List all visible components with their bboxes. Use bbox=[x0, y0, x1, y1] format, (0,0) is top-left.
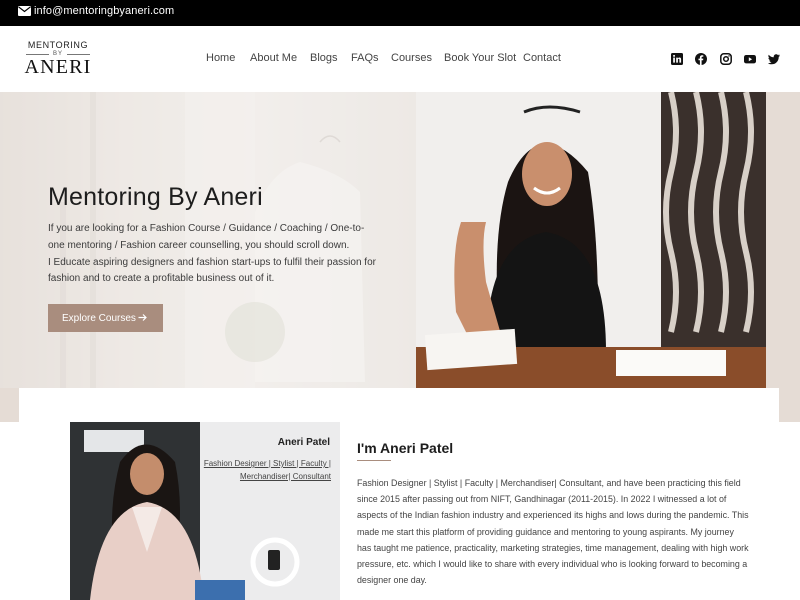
nav-contact[interactable]: Contact bbox=[523, 52, 561, 64]
about-body-text: Fashion Designer | Stylist | Faculty | M… bbox=[357, 478, 749, 586]
photo-caption-name: Aneri Patel bbox=[277, 437, 330, 448]
about-photo: Aneri Patel Fashion Designer | Stylist |… bbox=[70, 422, 340, 600]
nav-courses[interactable]: Courses bbox=[391, 52, 432, 64]
site-logo[interactable]: MENTORING BY ANERI bbox=[22, 39, 94, 81]
arrow-right-icon bbox=[138, 314, 147, 321]
linkedin-icon[interactable] bbox=[671, 53, 683, 65]
mentor-photo-graphic bbox=[70, 422, 340, 600]
nav-book-your-slot[interactable]: Book Your Slot bbox=[444, 52, 516, 64]
facebook-icon[interactable] bbox=[695, 53, 707, 65]
hero-description: If you are looking for a Fashion Course … bbox=[48, 221, 378, 288]
mail-icon bbox=[18, 6, 31, 16]
explore-courses-label: Explore Courses bbox=[62, 312, 136, 324]
contact-email-link[interactable]: info@mentoringbyaneri.com bbox=[34, 5, 174, 17]
twitter-icon[interactable] bbox=[768, 53, 780, 65]
logo-line-3: ANERI bbox=[24, 56, 92, 78]
hero-title: Mentoring By Aneri bbox=[48, 183, 263, 211]
top-bar: info@mentoringbyaneri.com bbox=[0, 0, 800, 26]
nav-home[interactable]: Home bbox=[206, 52, 235, 64]
nav-blogs[interactable]: Blogs bbox=[310, 52, 338, 64]
explore-courses-button[interactable]: Explore Courses bbox=[48, 304, 163, 332]
nav-faqs[interactable]: FAQs bbox=[351, 52, 379, 64]
hero-portrait-image bbox=[416, 92, 766, 388]
photo-caption-subtitle: Fashion Designer | Stylist | Faculty | M… bbox=[203, 459, 331, 481]
heading-underline bbox=[357, 460, 391, 461]
nav-about-me[interactable]: About Me bbox=[250, 52, 297, 64]
hero-paragraph-1: If you are looking for a Fashion Course … bbox=[48, 223, 365, 251]
mentor-portrait-graphic bbox=[416, 92, 766, 388]
logo-rule-right bbox=[67, 54, 90, 55]
instagram-icon[interactable] bbox=[720, 53, 732, 65]
youtube-icon[interactable] bbox=[744, 53, 756, 65]
hero-section: Mentoring By Aneri If you are looking fo… bbox=[0, 92, 800, 422]
logo-line-1: MENTORING bbox=[27, 40, 89, 50]
hero-paragraph-2: I Educate aspiring designers and fashion… bbox=[48, 256, 376, 285]
about-heading: I'm Aneri Patel bbox=[357, 440, 454, 456]
site-header: MENTORING BY ANERI Home About Me Blogs F… bbox=[0, 26, 800, 92]
